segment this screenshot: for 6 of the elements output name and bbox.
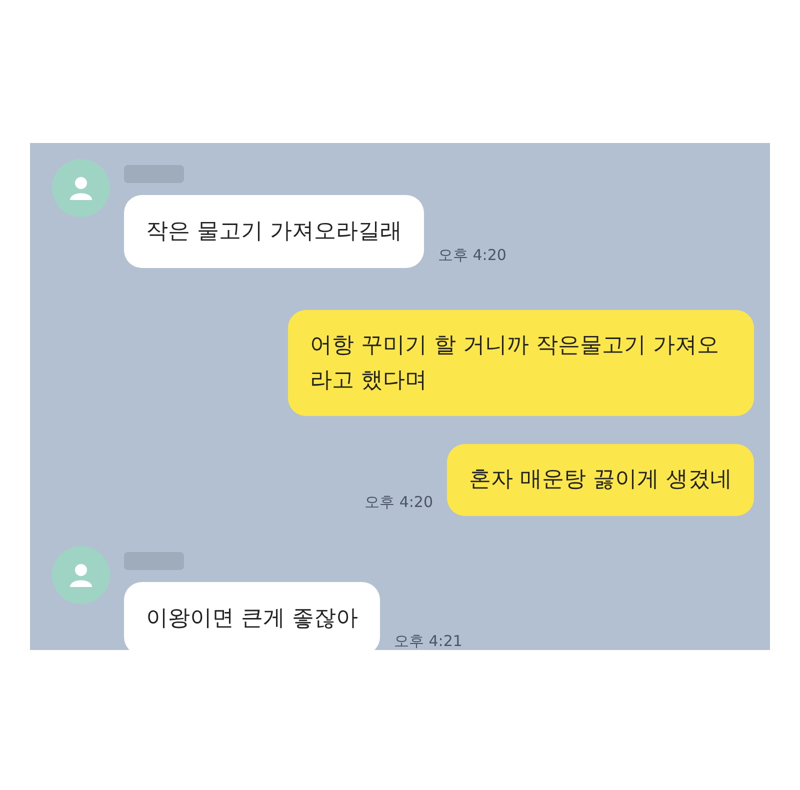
incoming-message: 작은 물고기 가져오라길래 <box>124 195 424 268</box>
outgoing-message: 어항 꾸미기 할 거니까 작은물고기 가져오라고 했다며 <box>288 310 754 416</box>
message-time: 오후 4:20 <box>438 244 506 266</box>
message-time: 오후 4:20 <box>364 492 434 514</box>
outgoing-message: 혼자 매운탕 끓이게 생겼네 <box>447 444 754 516</box>
message-time: 오후 4:21 <box>394 631 462 652</box>
